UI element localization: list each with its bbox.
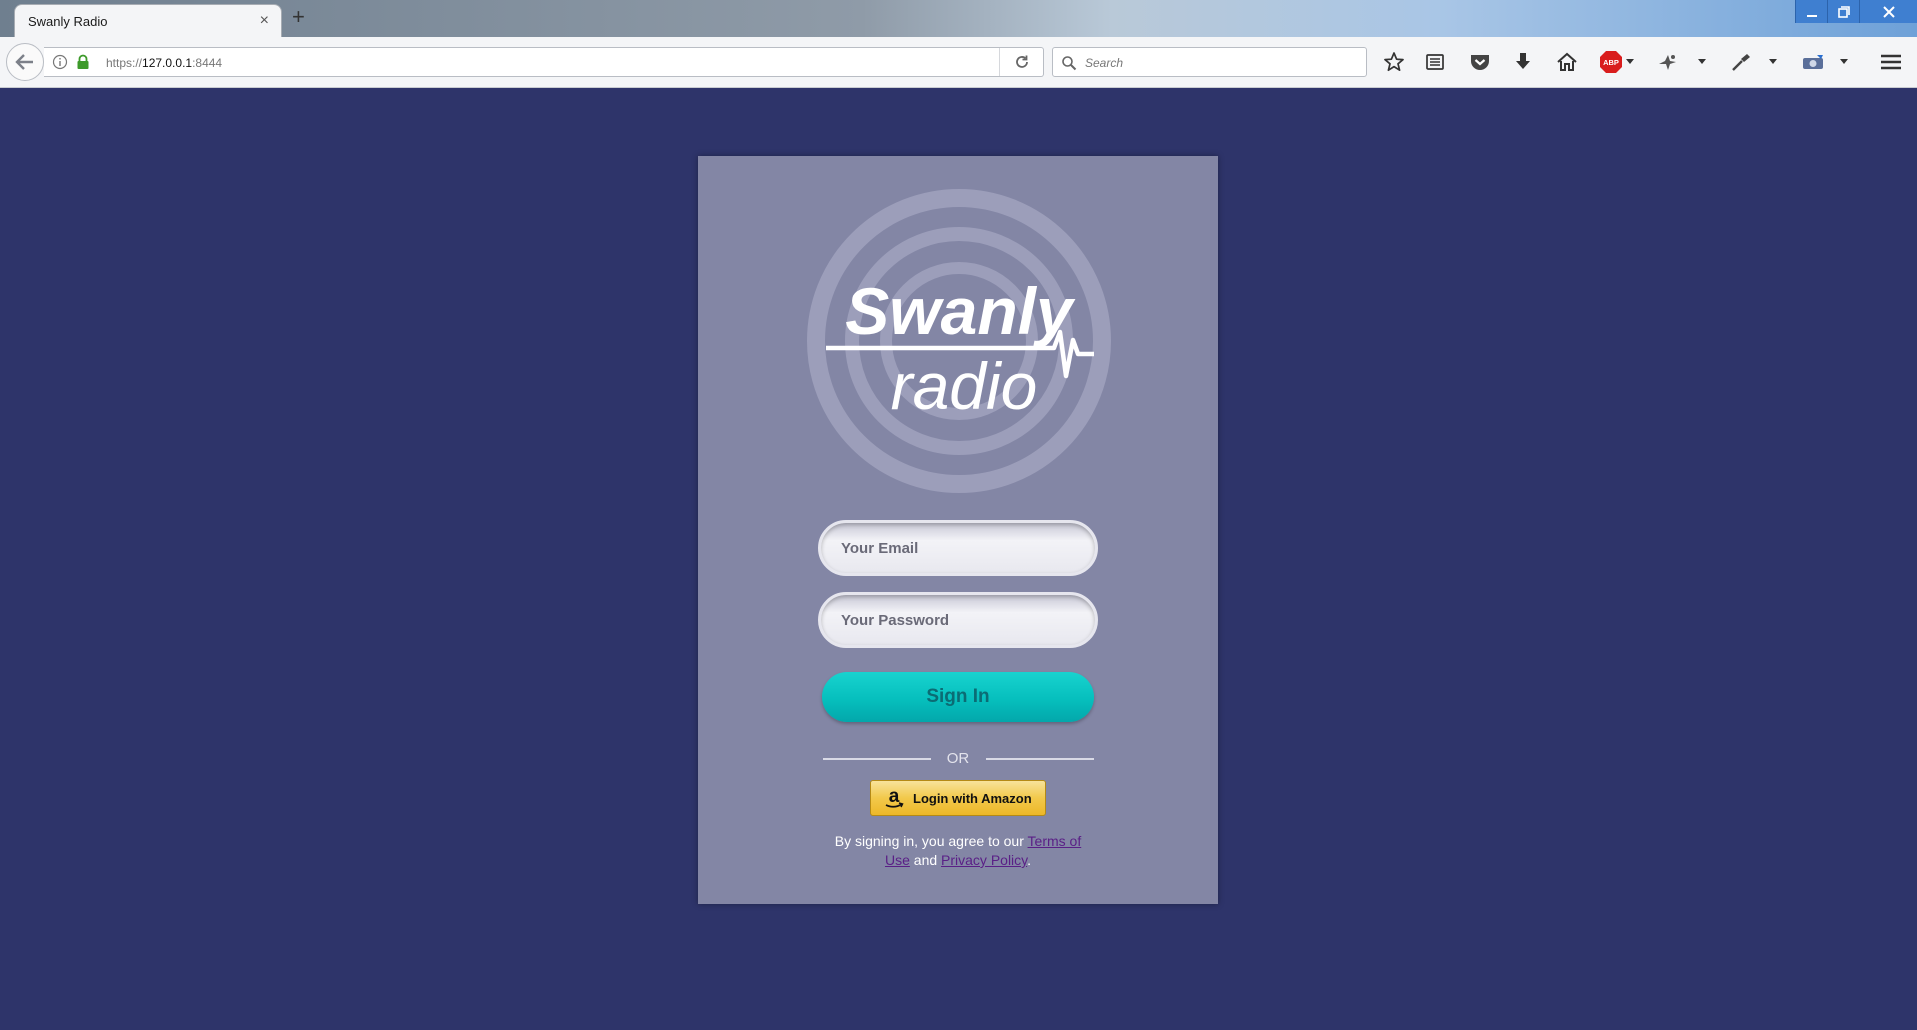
logo-line2: radio	[891, 349, 1038, 423]
sign-in-button[interactable]: Sign In	[822, 672, 1094, 722]
minimize-button[interactable]	[1795, 0, 1827, 23]
login-with-amazon-button[interactable]: a Login with Amazon	[870, 780, 1046, 816]
amazon-button-label: Login with Amazon	[913, 790, 1032, 806]
tab-close-icon[interactable]: ×	[260, 12, 269, 30]
logo-line1: Swanly	[845, 274, 1076, 348]
search-placeholder: Search	[1085, 56, 1124, 70]
password-field[interactable]	[818, 592, 1098, 648]
downloads-button[interactable]	[1510, 49, 1536, 75]
reload-button[interactable]	[999, 48, 1043, 76]
back-arrow-icon	[15, 54, 33, 70]
back-button[interactable]	[6, 43, 44, 81]
reading-list-icon	[1426, 54, 1444, 70]
star-icon	[1384, 52, 1404, 72]
url-scheme: https://	[106, 56, 143, 70]
swanly-radio-logo: Swanly radio	[807, 189, 1111, 493]
tab-title: Swanly Radio	[28, 14, 108, 29]
divider-right	[986, 758, 1094, 760]
pocket-icon	[1471, 55, 1489, 70]
terms-prefix: By signing in, you agree to our	[834, 833, 1028, 849]
home-icon	[1557, 52, 1577, 71]
email-field[interactable]	[818, 520, 1098, 576]
browser-tab-active[interactable]: Swanly Radio ×	[14, 4, 282, 38]
lock-icon[interactable]	[76, 54, 90, 70]
window-controls	[1795, 0, 1917, 23]
download-icon	[1516, 53, 1530, 69]
url-text[interactable]: https://127.0.0.1:8444	[106, 56, 222, 70]
or-separator: OR	[946, 750, 970, 767]
close-icon	[1882, 5, 1895, 18]
adblock-dropdown-icon[interactable]	[1626, 59, 1634, 64]
extension-dropdown-icon[interactable]	[1698, 59, 1706, 64]
eyedropper-button[interactable]	[1728, 49, 1754, 75]
eyedropper-dropdown-icon[interactable]	[1769, 59, 1777, 64]
camera-icon	[1803, 55, 1823, 69]
search-bar[interactable]: Search	[1052, 47, 1367, 77]
adblock-plus-icon: ABP	[1600, 51, 1622, 73]
browser-navbar: https://127.0.0.1:8444 Search ABP	[0, 37, 1917, 88]
screenshot-button[interactable]	[1800, 49, 1826, 75]
adblock-plus-button[interactable]: ABP	[1598, 49, 1624, 75]
restore-icon	[1837, 5, 1850, 18]
reload-icon	[1015, 55, 1028, 68]
terms-notice: By signing in, you agree to our Terms of…	[828, 832, 1088, 870]
screenshot-dropdown-icon[interactable]	[1840, 59, 1848, 64]
search-icon	[1062, 56, 1077, 71]
url-bar[interactable]: https://127.0.0.1:8444	[44, 47, 1044, 77]
extension-icon	[1659, 55, 1676, 70]
home-button[interactable]	[1554, 49, 1580, 75]
info-icon[interactable]	[52, 54, 68, 70]
minimize-icon	[1806, 14, 1817, 17]
open-menu-button[interactable]	[1878, 49, 1904, 75]
divider-left	[823, 758, 931, 760]
eyedropper-icon	[1732, 54, 1750, 71]
pocket-button[interactable]	[1467, 49, 1493, 75]
new-tab-button[interactable]: +	[292, 6, 305, 28]
restore-button[interactable]	[1827, 0, 1859, 23]
extension-button[interactable]	[1654, 49, 1680, 75]
url-port: :8444	[192, 56, 223, 70]
amazon-logo-icon: a	[879, 783, 909, 813]
terms-suffix: .	[1027, 852, 1032, 868]
close-window-button[interactable]	[1859, 0, 1917, 23]
svg-text:ABP: ABP	[1603, 58, 1619, 67]
reading-list-button[interactable]	[1422, 49, 1448, 75]
url-host: 127.0.0.1	[142, 56, 193, 70]
browser-titlebar: Swanly Radio × +	[0, 0, 1917, 38]
menu-icon	[1881, 54, 1901, 70]
terms-and: and	[909, 852, 942, 868]
bookmark-star-button[interactable]	[1381, 49, 1407, 75]
privacy-policy-link[interactable]: Privacy Policy	[941, 852, 1027, 868]
login-card: Swanly radio Sign In OR a Login with Ama…	[698, 156, 1218, 904]
svg-text:a: a	[889, 786, 900, 807]
